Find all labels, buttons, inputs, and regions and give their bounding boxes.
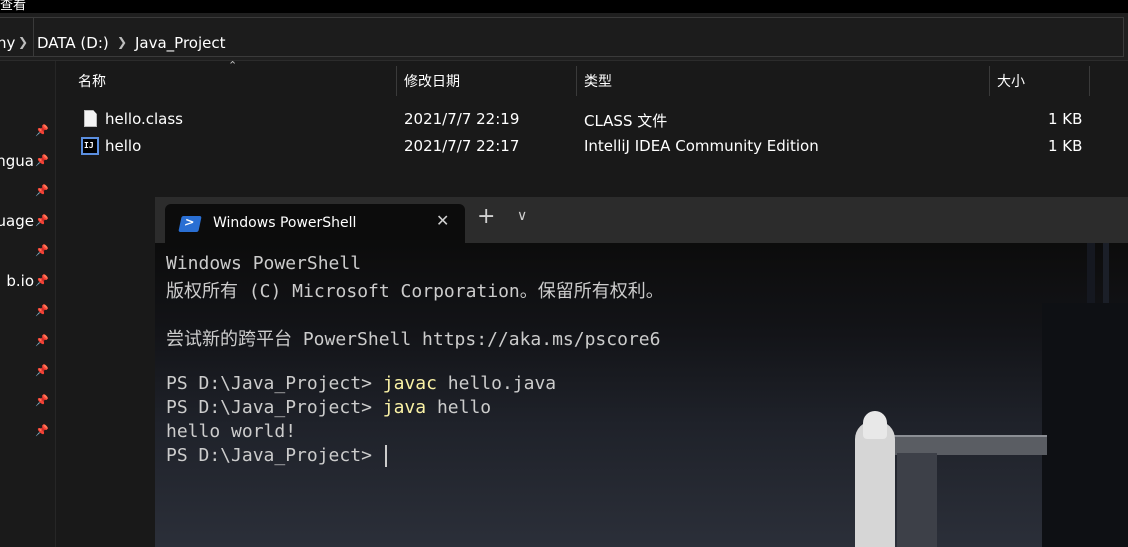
console-line: 尝试新的跨平台 PowerShell https://aka.ms/pscore… bbox=[166, 329, 661, 350]
nav-item[interactable]: 📌 bbox=[0, 121, 55, 143]
pin-icon: 📌 bbox=[35, 214, 49, 227]
text-cursor bbox=[384, 445, 387, 467]
breadcrumb-item-prev[interactable]: ny bbox=[0, 34, 15, 52]
window-title: 查看 bbox=[0, 0, 27, 13]
nav-item[interactable]: 📌 bbox=[0, 241, 55, 263]
nav-item[interactable]: ngua 📌 bbox=[0, 151, 55, 173]
console-prompt: PS D:\Java_Project> bbox=[166, 397, 383, 418]
console-command: javac bbox=[382, 373, 437, 394]
console-args: hello bbox=[426, 397, 492, 418]
chevron-right-icon[interactable]: ❯ bbox=[117, 35, 127, 49]
console-prompt: PS D:\Java_Project> bbox=[166, 373, 383, 394]
file-size: 1 KB bbox=[1048, 110, 1083, 128]
window-title-strip: 查看 bbox=[0, 0, 1128, 13]
column-header-name[interactable]: 名称 bbox=[78, 71, 106, 91]
pin-icon: 📌 bbox=[35, 184, 49, 197]
column-divider[interactable] bbox=[396, 66, 397, 96]
tab-windows-powershell[interactable]: > Windows PowerShell ✕ bbox=[165, 204, 465, 243]
breadcrumb-item-drive[interactable]: DATA (D:) bbox=[37, 34, 109, 52]
nav-item[interactable]: b.io 📌 bbox=[0, 271, 55, 293]
pin-icon: 📌 bbox=[35, 394, 49, 407]
file-row[interactable]: hello.class 2021/7/7 22:19 CLASS 文件 1 KB bbox=[56, 107, 1096, 133]
background-image-tower bbox=[1042, 303, 1128, 547]
console-line: PS D:\Java_Project> java hello bbox=[166, 397, 491, 418]
nav-item[interactable]: 📌 bbox=[0, 301, 55, 323]
terminal-console[interactable]: Windows PowerShell 版权所有 (C) Microsoft Co… bbox=[155, 243, 1128, 547]
navigation-pane: 📌 ngua 📌 📌 uage 📌 📌 b.io 📌 📌 📌 📌 📌 📌 bbox=[0, 61, 56, 547]
nav-item[interactable]: 📌 bbox=[0, 391, 55, 413]
close-icon[interactable]: ✕ bbox=[436, 211, 449, 230]
nav-item-label: ngua bbox=[0, 152, 34, 170]
breadcrumb[interactable]: ny ❯ DATA (D:) ❯ Java_Project bbox=[0, 17, 1124, 57]
console-line: PS D:\Java_Project> bbox=[166, 445, 387, 467]
pin-icon: 📌 bbox=[35, 334, 49, 347]
pin-icon: 📌 bbox=[35, 274, 49, 287]
console-line: PS D:\Java_Project> javac hello.java bbox=[166, 373, 556, 394]
powershell-icon: > bbox=[178, 215, 202, 232]
nav-item[interactable]: uage 📌 bbox=[0, 211, 55, 233]
column-header-modified[interactable]: 修改日期 bbox=[404, 71, 460, 91]
pin-icon: 📌 bbox=[35, 124, 49, 137]
chevron-right-icon[interactable]: ❯ bbox=[18, 35, 28, 49]
nav-item[interactable]: 📌 bbox=[0, 361, 55, 383]
terminal-window: > Windows PowerShell ✕ + ∨ Windows Power… bbox=[155, 197, 1128, 547]
new-tab-icon[interactable]: + bbox=[477, 206, 495, 228]
file-modified: 2021/7/7 22:17 bbox=[404, 137, 520, 155]
address-bar: ny ❯ DATA (D:) ❯ Java_Project bbox=[0, 13, 1128, 61]
pin-icon: 📌 bbox=[35, 364, 49, 377]
file-modified: 2021/7/7 22:19 bbox=[404, 110, 520, 128]
background-image-gantry bbox=[897, 453, 937, 547]
class-file-icon bbox=[84, 110, 97, 127]
pin-icon: 📌 bbox=[35, 244, 49, 257]
console-line: hello world! bbox=[166, 421, 297, 442]
column-divider[interactable] bbox=[576, 66, 577, 96]
file-name: hello bbox=[105, 137, 142, 155]
console-prompt: PS D:\Java_Project> bbox=[166, 445, 383, 466]
console-args: hello.java bbox=[436, 373, 557, 394]
file-type: IntelliJ IDEA Community Edition bbox=[584, 137, 819, 155]
console-command: java bbox=[382, 397, 427, 418]
nav-item[interactable]: 📌 bbox=[0, 181, 55, 203]
background-image-rocket bbox=[855, 421, 895, 547]
intellij-icon: IJ bbox=[81, 137, 99, 155]
file-size: 1 KB bbox=[1048, 137, 1083, 155]
nav-item[interactable]: 📌 bbox=[0, 421, 55, 443]
column-divider[interactable] bbox=[989, 66, 990, 96]
pin-icon: 📌 bbox=[35, 154, 49, 167]
nav-item[interactable]: 📌 bbox=[0, 331, 55, 353]
tab-title: Windows PowerShell bbox=[213, 215, 357, 231]
pin-icon: 📌 bbox=[35, 424, 49, 437]
terminal-tab-bar: > Windows PowerShell ✕ + ∨ bbox=[155, 197, 1128, 243]
file-type: CLASS 文件 bbox=[584, 112, 668, 130]
column-header-size[interactable]: 大小 bbox=[997, 71, 1025, 91]
address-divider bbox=[33, 18, 34, 56]
nav-item-label: uage bbox=[0, 212, 34, 230]
console-line: Windows PowerShell bbox=[166, 253, 362, 274]
chevron-down-icon[interactable]: ∨ bbox=[517, 208, 527, 224]
sort-ascending-icon: ⌃ bbox=[228, 59, 238, 72]
nav-item-label: b.io bbox=[6, 272, 34, 290]
pin-icon: 📌 bbox=[35, 304, 49, 317]
breadcrumb-item-folder[interactable]: Java_Project bbox=[135, 34, 226, 52]
background-image-arm bbox=[887, 435, 1047, 455]
column-divider[interactable] bbox=[1089, 66, 1090, 96]
background-image-rocket-tip bbox=[863, 411, 887, 439]
file-row[interactable]: IJ hello 2021/7/7 22:17 IntelliJ IDEA Co… bbox=[56, 134, 1096, 160]
file-name: hello.class bbox=[105, 110, 183, 128]
console-line: 版权所有 (C) Microsoft Corporation。保留所有权利。 bbox=[166, 281, 664, 302]
column-header-type[interactable]: 类型 bbox=[584, 71, 612, 91]
